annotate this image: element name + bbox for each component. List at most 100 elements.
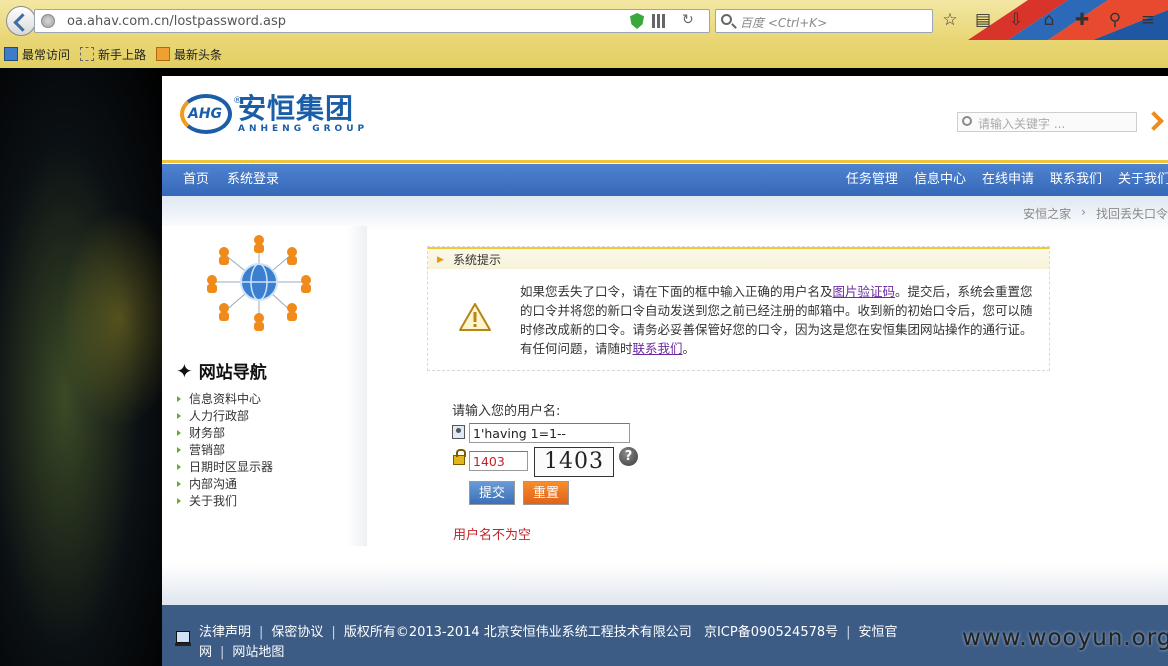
bookmark-getting-started[interactable]: 新手上路 bbox=[80, 46, 146, 63]
shield-icon[interactable] bbox=[630, 13, 644, 29]
browser-toolbar-icons: ☆ ▤ ⇩ ⌂ ✚ ⚲ ≡ bbox=[940, 9, 1158, 31]
sidebar-item-marketing[interactable]: 营销部 bbox=[176, 442, 273, 459]
web-page: AHG ® 安恒集团 ANHENG GROUP 请输入关键字 ... 首页 系统… bbox=[162, 76, 1168, 666]
browser-search-box[interactable]: 百度 <Ctrl+K> bbox=[715, 9, 933, 33]
site-info-icon[interactable] bbox=[41, 14, 55, 28]
help-question-icon[interactable]: ? bbox=[619, 447, 638, 466]
sidebar-title: ✦ 网站导航 bbox=[176, 358, 267, 384]
breadcrumb-current: 找回丢失口令 bbox=[1095, 207, 1168, 221]
compass-star-icon: ✦ bbox=[176, 358, 193, 383]
bullet-arrow-icon: ▶ bbox=[437, 255, 444, 265]
nav-system-login[interactable]: 系统登录 bbox=[227, 164, 279, 196]
nav-task-management[interactable]: 任务管理 bbox=[846, 164, 898, 196]
search-icon bbox=[962, 116, 972, 126]
star-icon[interactable]: ☆ bbox=[940, 9, 960, 31]
bookmark-most-visited[interactable]: 最常访问 bbox=[4, 46, 70, 63]
bookmark-label: 最新头条 bbox=[174, 47, 223, 62]
watermark: www.wooyun.org bbox=[962, 625, 1168, 651]
network-people-illustration bbox=[207, 235, 311, 331]
home-icon[interactable]: ⌂ bbox=[1039, 9, 1059, 31]
nav-right-group: 任务管理 信息中心 在线申请 联系我们 关于我们 bbox=[846, 164, 1168, 196]
warning-icon bbox=[459, 303, 491, 331]
browser-search-placeholder: 百度 <Ctrl+K> bbox=[740, 16, 828, 30]
footer-fade bbox=[162, 564, 1168, 606]
footer-separator: | bbox=[259, 625, 264, 640]
refresh-icon[interactable]: ↻ bbox=[682, 12, 694, 28]
sidebar-item-internal-comm[interactable]: 内部沟通 bbox=[176, 476, 273, 493]
bookmark-latest-headlines[interactable]: 最新头条 bbox=[156, 46, 222, 63]
username-input[interactable] bbox=[469, 423, 630, 443]
footer-separator: | bbox=[220, 645, 225, 660]
footer-official-site-link-cont[interactable]: 网 bbox=[199, 645, 212, 660]
site-logo[interactable]: AHG ® 安恒集团 ANHENG GROUP bbox=[180, 94, 368, 134]
user-icon bbox=[452, 425, 465, 439]
footer-separator: | bbox=[846, 625, 851, 640]
captcha-image[interactable]: 1403 bbox=[534, 447, 614, 477]
sidebar-title-text: 网站导航 bbox=[198, 363, 267, 383]
error-message: 用户名不为空 bbox=[453, 528, 532, 543]
nav-left-group: 首页 系统登录 bbox=[183, 164, 279, 196]
sidebar-item-info-center[interactable]: 信息资料中心 bbox=[176, 391, 273, 408]
desktop-background bbox=[0, 68, 180, 666]
footer-official-site-link[interactable]: 安恒官 bbox=[859, 625, 898, 640]
contact-us-link[interactable]: 联系我们 bbox=[633, 341, 683, 356]
computer-icon bbox=[175, 631, 191, 646]
bookmark-folder-icon bbox=[4, 47, 18, 61]
captcha-link[interactable]: 图片验证码 bbox=[833, 284, 896, 299]
back-button[interactable] bbox=[6, 6, 36, 36]
captcha-input[interactable] bbox=[469, 451, 528, 471]
sidebar-item-timezone[interactable]: 日期时区显示器 bbox=[176, 459, 273, 476]
logo-mark-text: AHG bbox=[188, 106, 223, 122]
footer-links-line2: 网 | 网站地图 bbox=[199, 641, 284, 660]
notice-title: 系统提示 bbox=[453, 253, 502, 267]
system-notice-box: ▶ 系统提示 如果您丢失了口令，请在下面的框中输入正确的用户名及图片验证码。提交… bbox=[427, 246, 1050, 371]
qr-code-icon[interactable] bbox=[652, 14, 666, 28]
site-search-input[interactable]: 请输入关键字 ... bbox=[957, 112, 1137, 132]
sidebar-item-finance[interactable]: 财务部 bbox=[176, 425, 273, 442]
footer-separator: | bbox=[331, 625, 336, 640]
sidebar-item-about-us[interactable]: 关于我们 bbox=[176, 493, 273, 510]
bookmarks-bar: 最常访问 新手上路 最新头条 bbox=[0, 42, 222, 66]
site-footer: 法律声明 | 保密协议 | 版权所有©2013-2014 北京安恒伟业系统工程技术有限公… bbox=[162, 605, 1168, 666]
bookmark-label: 新手上路 bbox=[98, 47, 147, 62]
main-nav-bar: 首页 系统登录 任务管理 信息中心 在线申请 联系我们 关于我们 bbox=[162, 164, 1168, 196]
lock-icon bbox=[453, 449, 466, 465]
address-bar[interactable]: oa.ahav.com.cn/lostpassword.asp ↻ bbox=[34, 9, 710, 33]
submit-button[interactable]: 提交 bbox=[469, 481, 515, 505]
breadcrumb-separator: › bbox=[1081, 205, 1086, 219]
ahg-logo-mark: AHG ® bbox=[180, 94, 242, 134]
nav-home[interactable]: 首页 bbox=[183, 164, 209, 196]
breadcrumb-home[interactable]: 安恒之家 bbox=[1023, 205, 1071, 222]
logo-chinese-name: 安恒集团 bbox=[238, 92, 355, 125]
footer-sitemap-link[interactable]: 网站地图 bbox=[232, 645, 284, 660]
site-search-placeholder: 请输入关键字 ... bbox=[978, 117, 1066, 131]
logo-english-name: ANHENG GROUP bbox=[238, 124, 369, 134]
url-text[interactable]: oa.ahav.com.cn/lostpassword.asp bbox=[67, 14, 286, 29]
site-header: AHG ® 安恒集团 ANHENG GROUP 请输入关键字 ... bbox=[162, 76, 1168, 163]
bookmark-label: 最常访问 bbox=[22, 47, 71, 62]
menu-icon[interactable]: ≡ bbox=[1138, 9, 1158, 31]
registered-icon: ® bbox=[233, 96, 242, 106]
nav-about-us[interactable]: 关于我们 bbox=[1118, 164, 1168, 196]
reset-button[interactable]: 重置 bbox=[523, 481, 569, 505]
sidebar-item-hr-admin[interactable]: 人力行政部 bbox=[176, 408, 273, 425]
notification-icon[interactable]: ⚲ bbox=[1105, 9, 1125, 31]
notice-text-part: 如果您丢失了口令，请在下面的框中输入正确的用户名及 bbox=[520, 284, 833, 299]
breadcrumb: 安恒之家 › 找回丢失口令 bbox=[1023, 205, 1168, 222]
footer-copyright: 版权所有©2013-2014 北京安恒伟业系统工程技术有限公司 bbox=[343, 625, 692, 640]
download-icon[interactable]: ⇩ bbox=[1006, 9, 1026, 31]
footer-legal-link[interactable]: 法律声明 bbox=[199, 625, 251, 640]
notice-text-part: 。 bbox=[682, 341, 696, 356]
footer-privacy-link[interactable]: 保密协议 bbox=[271, 625, 323, 640]
bookmarks-list-icon[interactable]: ▤ bbox=[973, 9, 993, 31]
nav-online-apply[interactable]: 在线申请 bbox=[982, 164, 1034, 196]
search-icon bbox=[721, 14, 732, 25]
notice-header: ▶ 系统提示 bbox=[428, 247, 1049, 269]
nav-contact-us[interactable]: 联系我们 bbox=[1050, 164, 1102, 196]
addon-icon[interactable]: ✚ bbox=[1072, 9, 1092, 31]
search-go-arrow-icon[interactable] bbox=[1147, 112, 1159, 128]
sidebar: ✦ 网站导航 信息资料中心 人力行政部 财务部 营销部 日期时区显示器 内部沟通… bbox=[162, 226, 367, 546]
notice-text: 如果您丢失了口令，请在下面的框中输入正确的用户名及图片验证码。提交后，系统会重置… bbox=[520, 282, 1035, 358]
footer-icp[interactable]: 京ICP备090524578号 bbox=[704, 625, 838, 640]
nav-info-center[interactable]: 信息中心 bbox=[914, 164, 966, 196]
